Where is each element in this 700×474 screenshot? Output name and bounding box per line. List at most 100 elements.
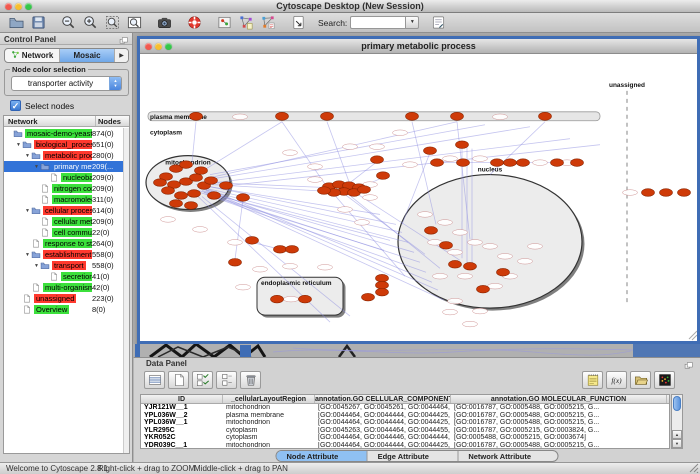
network-node[interactable] [205, 177, 218, 185]
expand-arrow-icon[interactable]: ▼ [15, 142, 22, 148]
network-tree-label[interactable]: macromolecule [52, 195, 92, 204]
network-edge[interactable] [235, 199, 243, 259]
network-node[interactable] [456, 141, 469, 149]
tab-overflow-button[interactable]: ▶ [115, 49, 128, 62]
network-node[interactable] [162, 187, 175, 195]
network-node[interactable] [220, 182, 233, 190]
network-node[interactable] [491, 159, 504, 167]
network-node[interactable] [377, 172, 390, 180]
network-node[interactable] [321, 112, 334, 120]
column-header[interactable]: _cellularLayoutRegion [223, 395, 315, 403]
network-tree-label[interactable]: unassigned [34, 294, 76, 303]
tree-scrollbar[interactable] [123, 128, 129, 453]
network-node[interactable] [539, 112, 552, 120]
tree-row[interactable]: ▼cellular process614(0) [4, 205, 123, 216]
network-analysis-2-button[interactable] [258, 13, 278, 31]
attribute-equation-button[interactable]: f(x) [606, 371, 627, 389]
tab-edge-attribute-browser[interactable]: Edge Attribute Browser [368, 451, 459, 461]
network-node[interactable] [551, 159, 564, 167]
expand-arrow-icon[interactable]: ▼ [24, 252, 31, 258]
import-annotation-button[interactable] [288, 13, 308, 31]
network-node[interactable] [271, 295, 284, 303]
network-node[interactable] [229, 258, 242, 266]
network-tree-label[interactable]: secretion [61, 272, 92, 281]
network-node[interactable] [190, 112, 203, 120]
float-panel-button[interactable] [118, 34, 129, 44]
network-node[interactable] [376, 274, 389, 282]
tree-row[interactable]: cell communicat22(0) [4, 227, 123, 238]
tree-row[interactable]: nitrogen compo209(0) [4, 183, 123, 194]
network-node[interactable] [464, 262, 477, 270]
table-row[interactable]: YJR121W__1mitochondrion[GO:0045267, GO:0… [141, 404, 669, 412]
network-tree-label[interactable]: metabolic process [43, 151, 92, 160]
snapshot-button[interactable] [154, 13, 174, 31]
tree-row[interactable]: response to stimulu264(0) [4, 238, 123, 249]
network-tree-label[interactable]: nucleobase- [61, 173, 92, 182]
tree-row[interactable]: nucleobase-209(0) [4, 172, 123, 183]
view-close-button[interactable] [145, 43, 152, 50]
network-node[interactable] [424, 147, 437, 155]
tab-network[interactable]: Network [5, 49, 60, 62]
network-node[interactable] [154, 179, 167, 187]
network-graph[interactable]: plasma membranecytoplasmmitochondrionnuc… [140, 55, 697, 341]
tree-row[interactable]: macromolecule311(0) [4, 194, 123, 205]
network-node[interactable] [425, 227, 438, 235]
select-attributes-button[interactable] [144, 371, 165, 389]
network-tree-label[interactable]: multi-organism pro [43, 283, 92, 292]
view-zoom-button[interactable] [165, 43, 172, 50]
tree-row[interactable]: cellular metabo209(0) [4, 216, 123, 227]
network-tree-label[interactable]: biological_process [34, 140, 92, 149]
tree-row[interactable]: Overview8(0) [4, 304, 123, 315]
network-node[interactable] [451, 112, 464, 120]
network-tree-label[interactable]: primary metabo [52, 162, 92, 171]
search-dropdown-button[interactable]: ▼ [406, 16, 419, 29]
network-tree-label[interactable]: nitrogen compo [52, 184, 92, 193]
network-node[interactable] [170, 200, 183, 208]
network-node[interactable] [185, 202, 198, 210]
network-analysis-1-button[interactable] [236, 13, 256, 31]
network-node[interactable] [406, 112, 419, 120]
network-view-titlebar[interactable]: primary metabolic process [140, 39, 697, 54]
attribute-checklist-button[interactable] [192, 371, 213, 389]
table-row[interactable]: YKR052Ccytoplasm[GO:0044464, GO:0044446,… [141, 434, 669, 442]
tree-row[interactable]: ▼primary metabo209(... [4, 161, 123, 172]
network-node[interactable] [286, 246, 299, 254]
tree-row[interactable]: ▼transport558(0) [4, 260, 123, 271]
network-node[interactable] [497, 268, 510, 276]
network-node[interactable] [318, 187, 331, 195]
new-attribute-button[interactable] [168, 371, 189, 389]
network-node[interactable] [660, 189, 673, 197]
network-node[interactable] [237, 194, 250, 202]
network-node[interactable] [376, 281, 389, 289]
network-node[interactable] [376, 288, 389, 296]
search-input[interactable] [350, 16, 406, 29]
network-canvas[interactable]: plasma membranecytoplasmmitochondrionnuc… [140, 55, 697, 341]
network-node[interactable] [188, 190, 201, 198]
zoom-out-button[interactable] [58, 13, 78, 31]
float-data-panel-button[interactable] [683, 359, 694, 369]
network-node[interactable] [274, 246, 287, 254]
network-edge[interactable] [206, 122, 457, 179]
network-tree-label[interactable]: transport [52, 261, 86, 270]
attribute-list-button[interactable] [216, 371, 237, 389]
tree-row[interactable]: ▼establishment of lo558(0) [4, 249, 123, 260]
zoom-in-button[interactable] [80, 13, 100, 31]
network-node[interactable] [190, 174, 203, 182]
zoom-selected-region-button[interactable] [102, 13, 122, 31]
table-scrollbar[interactable]: ▲ ▼ [671, 394, 683, 449]
canvas-resize-grip[interactable] [689, 331, 697, 340]
network-tree-label[interactable]: establishment of lo [43, 250, 92, 259]
network-node[interactable] [642, 189, 655, 197]
network-node[interactable] [504, 159, 517, 167]
tab-node-attribute-browser[interactable]: Node Attribute Browser [277, 451, 368, 461]
network-edge[interactable] [490, 122, 545, 175]
network-node[interactable] [299, 295, 312, 303]
network-node[interactable] [208, 192, 221, 200]
network-node[interactable] [571, 159, 584, 167]
network-node[interactable] [195, 167, 208, 175]
tree-row[interactable]: ▼biological_process651(0) [4, 139, 123, 150]
expand-arrow-icon[interactable]: ▼ [24, 208, 31, 214]
network-node[interactable] [517, 159, 530, 167]
help-button[interactable] [184, 13, 204, 31]
network-node[interactable] [477, 285, 490, 293]
